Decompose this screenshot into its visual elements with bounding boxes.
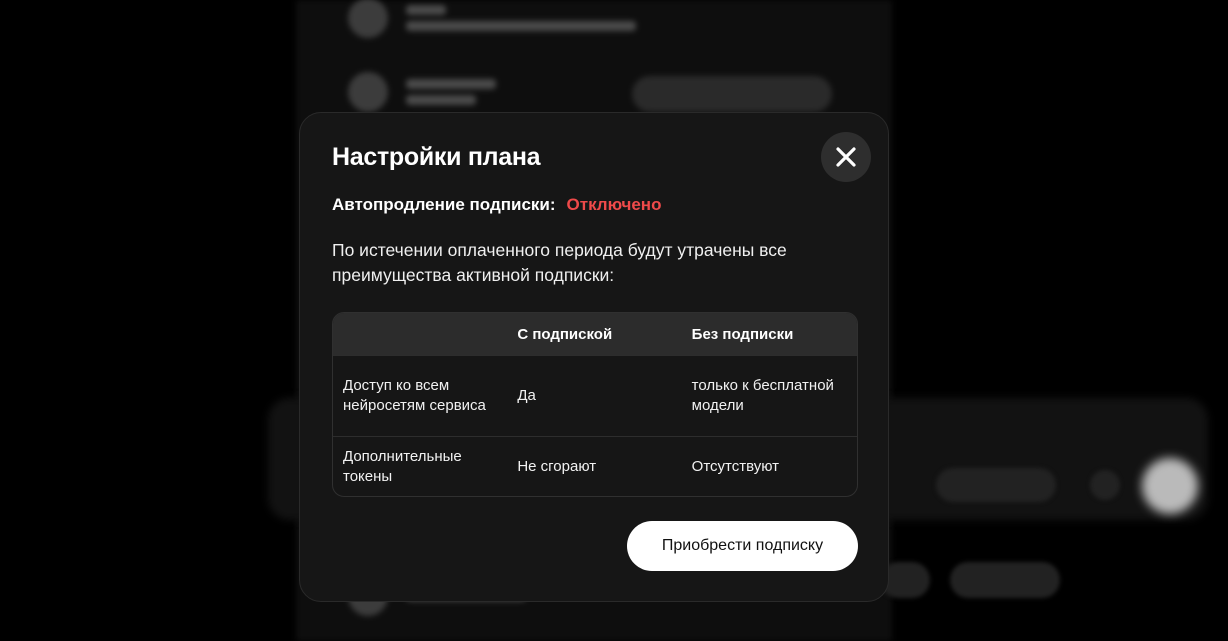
table-row: Доступ ко всем нейросетям сервиса Да тол… <box>333 355 857 436</box>
close-button[interactable] <box>821 132 871 182</box>
comparison-table: С подпиской Без подписки Доступ ко всем … <box>332 312 858 497</box>
background-button <box>632 76 832 112</box>
background-icon <box>1090 470 1120 500</box>
table-cell-without-subscription: Отсутствуют <box>691 457 780 475</box>
background-row-settings <box>348 72 496 112</box>
autorenew-label: Автопродление подписки: <box>332 195 556 214</box>
plan-settings-modal: Настройки плана Автопродление подписки: … <box>299 112 889 602</box>
table-cell-feature: Дополнительные токены <box>343 447 462 485</box>
background-row-email <box>348 0 636 38</box>
table-cell-with-subscription: Не сгорают <box>517 457 597 475</box>
autorenew-status-line: Автопродление подписки: Отключено <box>332 195 661 215</box>
table-cell-without-subscription: только к бесплатной модели <box>691 377 834 414</box>
background-pill <box>950 562 1060 598</box>
table-header-cell: Без подписки <box>691 325 794 343</box>
table-cell-with-subscription: Да <box>517 387 536 404</box>
buy-subscription-button[interactable]: Приобрести подписку <box>627 521 858 571</box>
background-avatar <box>348 0 388 38</box>
background-avatar-large <box>1142 458 1198 514</box>
table-row: Дополнительные токены Не сгорают Отсутст… <box>333 436 857 496</box>
table-header-cell: С подпиской <box>517 325 613 343</box>
background-pill <box>936 468 1056 502</box>
close-icon <box>836 147 856 167</box>
autorenew-status: Отключено <box>566 195 662 214</box>
modal-title: Настройки плана <box>332 143 541 171</box>
modal-description: По истечении оплаченного периода будут у… <box>332 240 787 285</box>
background-avatar <box>348 72 388 112</box>
table-header-row: С подпиской Без подписки <box>333 313 857 355</box>
table-cell-feature: Доступ ко всем нейросетям сервиса <box>343 377 486 414</box>
